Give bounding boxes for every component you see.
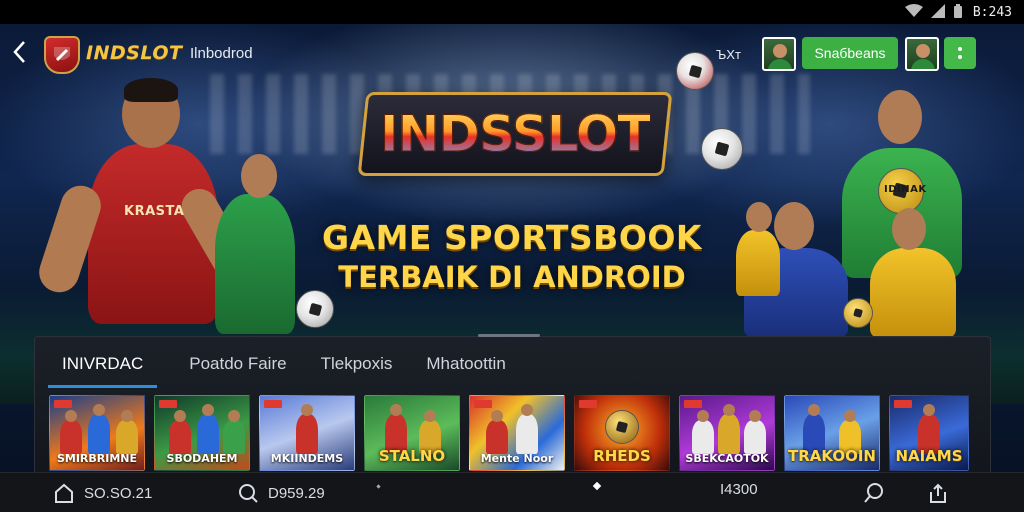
badge-icon: [684, 400, 702, 408]
game-card[interactable]: NAIAMS: [889, 395, 969, 471]
badge-icon: [474, 400, 492, 408]
badge-icon: [159, 400, 177, 408]
badge-icon: [894, 400, 912, 408]
wifi-icon: [904, 3, 923, 21]
game-card-label: Mente Noor: [480, 452, 554, 465]
share-icon: [926, 481, 950, 505]
signal-icon: [930, 3, 945, 21]
game-card-label: SBEKCAOTOK: [685, 452, 769, 465]
player-yellow: [854, 208, 974, 338]
nav-share[interactable]: [926, 481, 950, 505]
status-bar: B:243: [0, 0, 1024, 24]
game-card[interactable]: SBEKCAOTOK: [679, 395, 775, 471]
more-dot-icon: [958, 55, 962, 59]
bottom-nav: SO.SO.21 D959.29 I4300: [0, 472, 1024, 512]
more-dot-icon: [958, 47, 962, 51]
jersey-text-right: IDINAK: [884, 184, 927, 195]
game-card-label: SMIRBRIMNE: [56, 452, 138, 465]
battery-icon: [953, 3, 963, 21]
drag-handle[interactable]: [478, 334, 540, 337]
crest-icon: [605, 410, 639, 444]
top-bar: INDSLOT Ilnbodrod ЪXт Snaбbeans: [0, 34, 1024, 74]
brand-name[interactable]: INDSLOT: [86, 42, 182, 64]
game-card[interactable]: SMIRBRIMNE: [49, 395, 145, 471]
game-card-label: MKIINDEMS: [270, 452, 344, 465]
game-card-label: STALNO: [378, 447, 446, 465]
game-card[interactable]: STALNO: [364, 395, 460, 471]
profile-avatar[interactable]: [905, 37, 939, 71]
hero-banner: INDSLOT Ilnbodrod ЪXт Snaбbeans KRASTA I…: [0, 24, 1024, 472]
nav-home-label: SO.SO.21: [84, 484, 153, 502]
tab-0[interactable]: INIVRDAC: [48, 348, 158, 388]
player-yellow-left: [730, 200, 790, 300]
tab-2[interactable]: Tlekpoxis: [307, 348, 407, 388]
category-tabs: INIVRDAC Poatdo Faire Tlekpoxis Mhatoott…: [48, 348, 520, 388]
back-button[interactable]: [8, 40, 30, 68]
headline-logo: INDSSLOT: [357, 92, 673, 176]
status-time: B:243: [972, 4, 1012, 20]
nav-center-label: I4300: [720, 481, 758, 498]
nav-search[interactable]: D959.29: [236, 481, 325, 505]
nav-zoom[interactable]: [862, 481, 886, 505]
game-card[interactable]: SBODAHEM: [154, 395, 250, 471]
tab-1[interactable]: Poatdo Faire: [175, 348, 300, 388]
jersey-text: KRASTA: [124, 204, 185, 219]
badge-icon: [264, 400, 282, 408]
game-card[interactable]: RHEDS: [574, 395, 670, 471]
nav-dot-icon: [592, 481, 602, 491]
game-card[interactable]: Mente Noor: [469, 395, 565, 471]
more-options-button[interactable]: [944, 37, 976, 69]
nav-center[interactable]: I4300: [720, 481, 758, 498]
badge-icon: [579, 400, 597, 408]
home-icon: [52, 481, 76, 505]
badge-icon: [54, 400, 72, 408]
game-cards-row: SMIRBRIMNE SBODAHEM MKIINDEMS STALNO Men…: [49, 395, 969, 471]
football-icon: [296, 290, 334, 328]
page-subtitle: Ilnbodrod: [190, 45, 253, 62]
chevron-left-icon: [13, 41, 25, 63]
nav-dot-icon: [376, 484, 381, 489]
game-card[interactable]: MKIINDEMS: [259, 395, 355, 471]
game-card-label: TRAKOOIN: [788, 447, 876, 465]
header-small-text: ЪXт: [716, 47, 741, 62]
game-card-label: RHEDS: [593, 447, 651, 465]
headline-logo-text: INDSSLOT: [379, 105, 651, 164]
game-card-label: SBODAHEM: [166, 452, 238, 465]
tab-3[interactable]: Mhatoottin: [412, 348, 519, 388]
login-button[interactable]: Snaбbeans: [802, 37, 898, 69]
football-icon: [676, 52, 714, 90]
nav-search-label: D959.29: [268, 484, 325, 502]
golden-ball-icon: [843, 298, 873, 328]
avatar[interactable]: [762, 37, 796, 71]
nav-home[interactable]: SO.SO.21: [52, 481, 152, 505]
search-icon: [236, 481, 260, 505]
zoom-icon: [862, 481, 886, 505]
brand-logo-icon[interactable]: [44, 36, 80, 74]
game-card-label: NAIAMS: [895, 447, 963, 465]
game-card[interactable]: TRAKOOIN: [784, 395, 880, 471]
football-icon: [701, 128, 743, 170]
status-icons: [904, 3, 963, 21]
